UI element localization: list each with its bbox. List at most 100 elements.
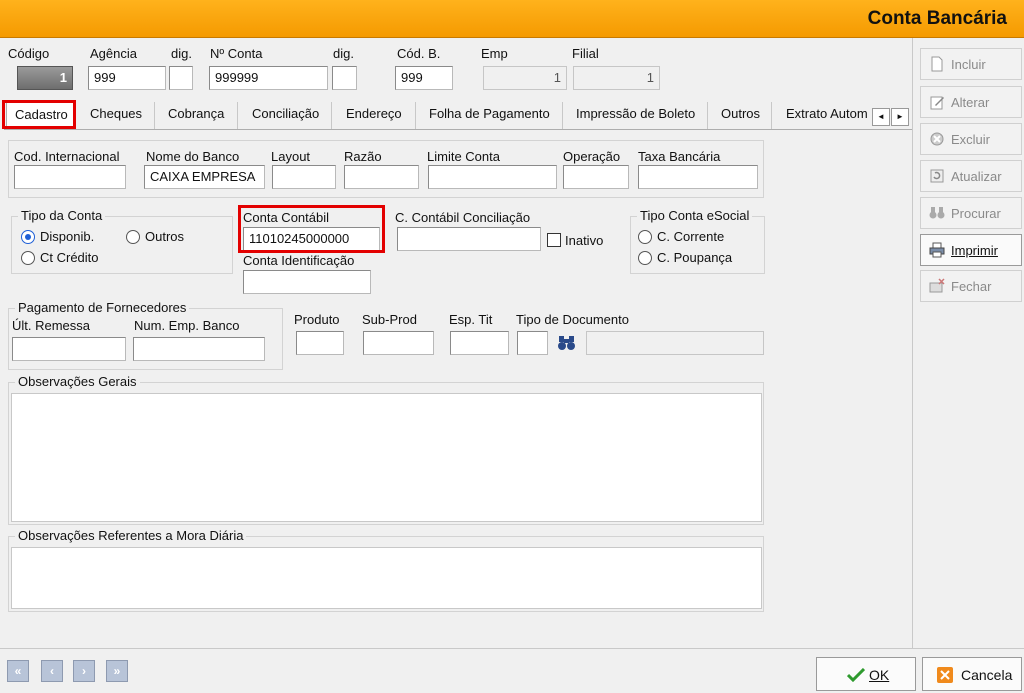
sub-prod-field[interactable]	[363, 331, 434, 355]
tipo-documento-desc	[586, 331, 764, 355]
codb-field[interactable]: 999	[395, 66, 453, 90]
fechar-button[interactable]: Fechar	[920, 270, 1022, 302]
tab-conciliacao[interactable]: Conciliação	[244, 102, 332, 129]
cc-conciliacao-label: C. Contábil Conciliação	[395, 210, 531, 225]
conta-contabil-highlight	[238, 205, 385, 253]
refresh-icon	[930, 169, 944, 183]
tab-cobranca[interactable]: Cobrança	[160, 102, 238, 129]
razao-field[interactable]	[344, 165, 419, 189]
radio-c-poupanca[interactable]	[638, 251, 652, 265]
tipo-documento-label: Tipo de Documento	[516, 312, 629, 327]
cc-conciliacao-field[interactable]	[397, 227, 541, 251]
conta-identificacao-field[interactable]	[243, 270, 371, 294]
tab-endereco[interactable]: Endereço	[338, 102, 416, 129]
produto-field[interactable]	[296, 331, 344, 355]
filial-field: 1	[573, 66, 660, 90]
taxa-bancaria-field[interactable]	[638, 165, 758, 189]
title-bar: Conta Bancária	[0, 0, 1024, 38]
inativo-label: Inativo	[565, 233, 604, 248]
dig1-field[interactable]	[169, 66, 193, 90]
tab-folha-pagamento[interactable]: Folha de Pagamento	[421, 102, 563, 129]
procurar-button[interactable]: Procurar	[920, 197, 1022, 229]
codigo-field[interactable]: 1	[17, 66, 73, 90]
check-icon	[847, 668, 865, 682]
nav-next-icon[interactable]: ›	[73, 660, 95, 682]
tab-scroll-right-icon[interactable]: ►	[891, 108, 909, 126]
tab-scroll-left-icon[interactable]: ◄	[872, 108, 890, 126]
imprimir-button[interactable]: Imprimir	[920, 234, 1022, 266]
codigo-label: Código	[8, 46, 50, 61]
nconta-field[interactable]: 999999	[209, 66, 328, 90]
radio-c-corrente[interactable]	[638, 230, 652, 244]
radio-outros-label: Outros	[145, 229, 185, 244]
taxa-bancaria-label: Taxa Bancária	[638, 149, 721, 164]
cod-internacional-label: Cod. Internacional	[14, 149, 120, 164]
inativo-checkbox[interactable]	[547, 233, 561, 247]
limite-conta-label: Limite Conta	[427, 149, 500, 164]
emp-label: Emp	[481, 46, 508, 61]
agencia-field[interactable]: 999	[88, 66, 166, 90]
tipo-documento-field[interactable]	[517, 331, 548, 355]
ult-remessa-label: Últ. Remessa	[12, 318, 91, 333]
esp-tit-field[interactable]	[450, 331, 509, 355]
obs-mora-title: Observações Referentes a Mora Diária	[15, 528, 247, 543]
excluir-button[interactable]: Excluir	[920, 123, 1022, 155]
tab-cheques[interactable]: Cheques	[82, 102, 155, 129]
operacao-label: Operação	[563, 149, 621, 164]
nav-last-icon[interactable]: »	[106, 660, 128, 682]
incluir-button[interactable]: Incluir	[920, 48, 1022, 80]
cod-internacional-field[interactable]	[14, 165, 126, 189]
filial-label: Filial	[572, 46, 599, 61]
tab-impressao-boleto[interactable]: Impressão de Boleto	[568, 102, 708, 129]
alterar-label: Alterar	[951, 95, 990, 110]
nome-banco-field[interactable]: CAIXA EMPRESA	[144, 165, 265, 189]
alterar-button[interactable]: Alterar	[920, 86, 1022, 118]
cancel-button[interactable]: Cancela	[922, 657, 1022, 691]
agencia-label: Agência	[90, 46, 137, 61]
layout-field[interactable]	[272, 165, 336, 189]
nome-banco-label: Nome do Banco	[146, 149, 240, 164]
num-emp-banco-label: Num. Emp. Banco	[134, 318, 240, 333]
ok-button[interactable]: OK	[816, 657, 916, 691]
radio-disponib[interactable]	[21, 230, 35, 244]
window-title: Conta Bancária	[867, 8, 1007, 29]
incluir-label: Incluir	[951, 57, 986, 72]
delete-icon	[930, 132, 944, 146]
close-folder-icon	[929, 278, 945, 293]
produto-label: Produto	[294, 312, 340, 327]
binoculars-icon[interactable]	[557, 334, 577, 352]
nav-first-icon[interactable]: «	[7, 660, 29, 682]
tab-extrato-automatico[interactable]: Extrato Autom	[778, 102, 872, 129]
atualizar-button[interactable]: Atualizar	[920, 160, 1022, 192]
tipo-conta-title: Tipo da Conta	[18, 208, 106, 223]
radio-c-poupanca-label: C. Poupança	[657, 250, 733, 265]
limite-conta-field[interactable]	[428, 165, 557, 189]
radio-outros[interactable]	[126, 230, 140, 244]
ult-remessa-field[interactable]	[12, 337, 126, 361]
tab-outros[interactable]: Outros	[713, 102, 772, 129]
obs-gerais-textarea[interactable]	[11, 393, 762, 522]
num-emp-banco-field[interactable]	[133, 337, 265, 361]
operacao-field[interactable]	[563, 165, 629, 189]
sub-prod-label: Sub-Prod	[362, 312, 417, 327]
edit-icon	[930, 96, 944, 110]
radio-c-corrente-label: C. Corrente	[657, 229, 725, 244]
codb-label: Cód. B.	[397, 46, 441, 61]
obs-mora-textarea[interactable]	[11, 547, 762, 609]
esp-tit-label: Esp. Tit	[449, 312, 493, 327]
excluir-label: Excluir	[951, 132, 991, 147]
atualizar-label: Atualizar	[951, 169, 1002, 184]
radio-disponib-label: Disponib.	[40, 229, 95, 244]
ok-label: OK	[869, 667, 890, 683]
nav-prev-icon[interactable]: ‹	[41, 660, 63, 682]
tipo-esocial-group: Tipo Conta eSocial	[630, 208, 765, 274]
radio-ct-credito[interactable]	[21, 251, 35, 265]
tipo-esocial-title: Tipo Conta eSocial	[637, 208, 753, 223]
cancel-icon	[937, 667, 953, 683]
razao-label: Razão	[344, 149, 382, 164]
tipo-conta-group: Tipo da Conta	[11, 208, 233, 274]
dig2-field[interactable]	[332, 66, 357, 90]
obs-gerais-title: Observações Gerais	[15, 374, 140, 389]
layout-label: Layout	[271, 149, 311, 164]
pagamento-title: Pagamento de Fornecedores	[15, 300, 190, 315]
